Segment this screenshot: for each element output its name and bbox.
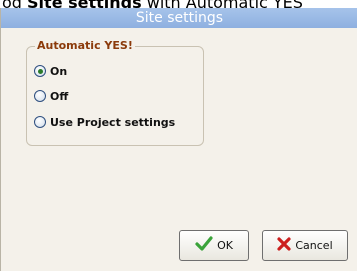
cross-icon	[277, 237, 291, 254]
radio-on-button[interactable]	[34, 65, 46, 77]
group-title: Automatic YES!	[35, 39, 135, 52]
cancel-button[interactable]: Cancel	[262, 230, 348, 261]
radio-off[interactable]: Off	[34, 89, 68, 103]
ok-label: OK	[217, 239, 233, 252]
radio-on[interactable]: On	[34, 64, 67, 78]
radio-on-label[interactable]: On	[50, 65, 67, 78]
radio-project-settings[interactable]: Use Project settings	[34, 115, 175, 129]
radio-off-label[interactable]: Off	[50, 90, 68, 103]
site-settings-dialog: Site settings Automatic YES! On Off Use …	[0, 8, 357, 271]
dialog-title: Site settings	[135, 10, 224, 26]
radio-project-settings-label[interactable]: Use Project settings	[50, 116, 175, 129]
radio-off-button[interactable]	[34, 90, 46, 102]
cancel-label: Cancel	[295, 239, 333, 252]
radio-project-settings-button[interactable]	[34, 116, 46, 128]
checkmark-icon	[195, 236, 213, 255]
ok-button[interactable]: OK	[179, 230, 249, 261]
dialog-titlebar[interactable]: Site settings	[1, 8, 357, 28]
radio-selected-dot	[37, 68, 43, 74]
